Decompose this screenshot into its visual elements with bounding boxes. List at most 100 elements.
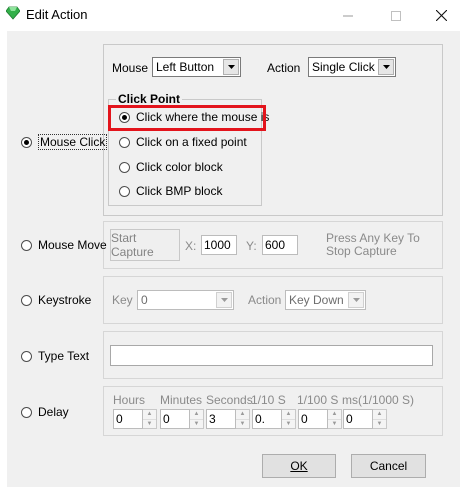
mouse-click-radio[interactable]: Mouse Click (21, 134, 108, 150)
delay-ms-spinner[interactable]: ▲ ▼ (373, 409, 387, 429)
keystroke-label: Keystroke (38, 293, 92, 307)
start-capture-label: Start Capture (111, 231, 154, 259)
title-bar[interactable]: Edit Action (0, 0, 467, 31)
radio-indicator (119, 136, 130, 148)
type-text-radio[interactable]: Type Text (21, 349, 89, 363)
spin-down-icon: ▼ (236, 418, 249, 429)
click-point-title: Click Point (116, 92, 183, 106)
minimize-button[interactable] (325, 0, 371, 31)
delay-hundredths-spinner[interactable]: ▲ ▼ (328, 409, 342, 429)
mouse-move-label: Mouse Move (38, 238, 107, 252)
spin-down-icon: ▼ (282, 418, 295, 429)
mouse-label: Mouse (112, 61, 149, 75)
ok-label: OK (290, 459, 308, 473)
delay-tenths-spinner[interactable]: ▲ ▼ (282, 409, 296, 429)
keystroke-action-select[interactable]: Key Down (285, 290, 366, 310)
mouse-move-radio[interactable]: Mouse Move (21, 238, 107, 252)
radio-indicator (21, 136, 32, 148)
action-label: Action (267, 61, 301, 75)
delay-header-hundredths: 1/100 S (297, 393, 339, 407)
radio-indicator (119, 161, 130, 173)
delay-header-hours: Hours (113, 393, 146, 407)
x-coordinate-value: 1000 (204, 238, 231, 252)
minimize-icon (343, 15, 353, 16)
spin-down-icon: ▼ (143, 418, 156, 429)
delay-hours-spinner[interactable]: ▲ ▼ (143, 409, 157, 429)
spin-up-icon: ▲ (331, 411, 338, 418)
click-point-option-label: Click on a fixed point (136, 135, 247, 149)
click-point-option-fixed-point[interactable]: Click on a fixed point (119, 135, 247, 149)
close-button[interactable] (418, 0, 464, 31)
key-select[interactable]: 0 (137, 290, 234, 310)
radio-indicator (21, 294, 32, 306)
chevron-down-icon (223, 59, 239, 75)
click-action-value: Single Click (312, 60, 375, 74)
spin-down-icon: ▼ (328, 418, 341, 429)
mouse-button-select[interactable]: Left Button (152, 57, 241, 77)
spin-up-icon: ▲ (193, 411, 200, 418)
delay-label: Delay (38, 405, 69, 419)
y-label: Y: (246, 239, 257, 253)
key-label: Key (112, 293, 133, 307)
mouse-click-label: Mouse Click (38, 134, 108, 150)
cancel-button[interactable]: Cancel (351, 454, 426, 478)
click-point-option-label: Click color block (136, 160, 223, 174)
delay-minutes-field[interactable]: 0 (160, 409, 190, 429)
type-text-label: Type Text (38, 349, 90, 363)
spin-up-icon: ▲ (285, 411, 292, 418)
capture-hint-line2: Stop Capture (326, 244, 397, 258)
ok-button[interactable]: OK (262, 454, 336, 478)
delay-ms-value: 0 (346, 412, 353, 426)
x-label: X: (185, 239, 197, 253)
window-title: Edit Action (26, 7, 88, 22)
keystroke-radio[interactable]: Keystroke (21, 293, 91, 307)
radio-indicator (21, 406, 32, 418)
highlight-box (108, 105, 266, 131)
green-gem-icon (6, 6, 20, 20)
delay-hundredths-field[interactable]: 0 (298, 409, 328, 429)
close-icon (435, 10, 447, 21)
delay-seconds-field[interactable]: 3 (206, 409, 236, 429)
delay-tenths-field[interactable]: 0. (252, 409, 282, 429)
click-point-option-label: Click BMP block (136, 184, 223, 198)
y-coordinate-field[interactable]: 600 (262, 235, 298, 255)
chevron-down-icon (216, 292, 232, 308)
click-point-option-bmp-block[interactable]: Click BMP block (119, 184, 222, 198)
maximize-button[interactable] (373, 0, 419, 31)
delay-hours-value: 0 (116, 412, 123, 426)
delay-header-seconds: Seconds (206, 393, 253, 407)
delay-header-minutes: Minutes (160, 393, 203, 407)
radio-indicator (21, 239, 32, 251)
spin-up-icon: ▲ (376, 411, 383, 418)
start-capture-button[interactable]: Start Capture (110, 229, 180, 261)
delay-ms-field[interactable]: 0 (343, 409, 373, 429)
delay-seconds-value: 3 (209, 412, 216, 426)
delay-header-tenths: 1/10 S (251, 393, 286, 407)
keystroke-action-label: Action (248, 293, 282, 307)
radio-indicator (21, 350, 32, 362)
click-action-select[interactable]: Single Click (308, 57, 396, 77)
y-coordinate-value: 600 (265, 238, 286, 252)
x-coordinate-field[interactable]: 1000 (201, 235, 237, 255)
type-text-input[interactable] (110, 345, 433, 366)
spin-up-icon: ▲ (239, 411, 246, 418)
capture-hint-line1: Press Any Key To (326, 231, 420, 245)
cancel-label: Cancel (369, 459, 408, 473)
delay-radio[interactable]: Delay (21, 405, 69, 419)
delay-minutes-value: 0 (163, 412, 170, 426)
delay-minutes-spinner[interactable]: ▲ ▼ (190, 409, 204, 429)
key-value: 0 (141, 293, 148, 307)
click-point-option-color-block[interactable]: Click color block (119, 160, 223, 174)
maximize-icon (391, 10, 401, 21)
delay-header-ms: ms(1/1000 S) (342, 393, 415, 407)
spin-down-icon: ▼ (190, 418, 203, 429)
mouse-button-value: Left Button (156, 60, 215, 74)
radio-indicator (119, 185, 130, 197)
delay-hundredths-value: 0 (301, 412, 308, 426)
chevron-down-icon (348, 292, 364, 308)
delay-seconds-spinner[interactable]: ▲ ▼ (236, 409, 250, 429)
spin-down-icon: ▼ (373, 418, 386, 429)
spin-up-icon: ▲ (146, 411, 153, 418)
keystroke-action-value: Key Down (289, 293, 344, 307)
delay-hours-field[interactable]: 0 (113, 409, 143, 429)
